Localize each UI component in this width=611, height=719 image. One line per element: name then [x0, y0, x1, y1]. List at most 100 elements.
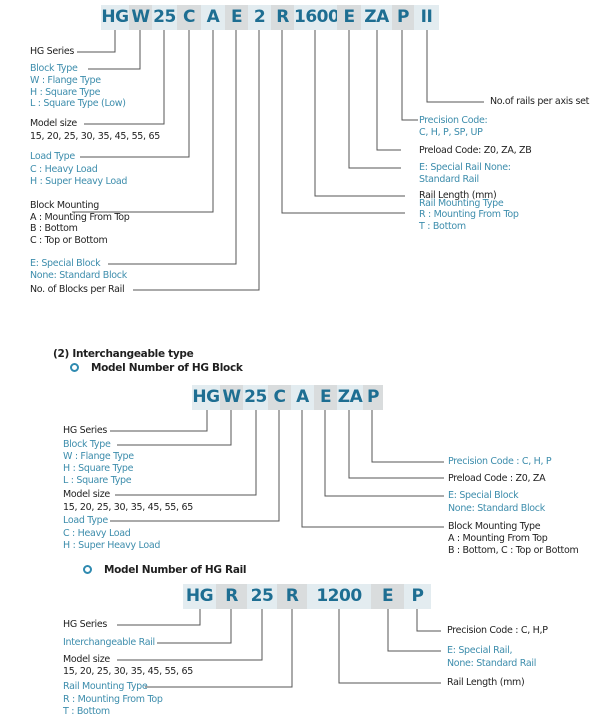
- block-mounting-title: Block Mounting: [30, 200, 99, 211]
- special-rail3-none: None: Standard Rail: [447, 658, 537, 669]
- connector-hg-series: [77, 30, 116, 53]
- model-size-title: Model size: [30, 118, 77, 129]
- code-cell-series: HG: [101, 5, 129, 30]
- block-type-w: W : Flange Type: [30, 75, 101, 86]
- code-cell-preload: ZA: [361, 5, 392, 30]
- code2-cell-block-type: W: [220, 385, 243, 410]
- load-type2-c: C : Heavy Load: [63, 528, 131, 539]
- precision-code-title: Precision Code:: [419, 115, 488, 126]
- code3-cell-series: HG: [183, 584, 216, 609]
- load-type-h: H : Super Heavy Load: [30, 176, 128, 187]
- connector3-hg-series: [117, 608, 201, 626]
- code2-cell-load-type: C: [268, 385, 291, 410]
- code2-cell-preload: ZA: [337, 385, 363, 410]
- label2-preload-code: Preload Code : Z0, ZA: [448, 473, 546, 484]
- model-size-values: 15, 20, 25, 30, 35, 45, 55, 65: [30, 131, 160, 142]
- label2-hg-series: HG Series: [63, 425, 108, 436]
- load-type-c: C : Heavy Load: [30, 164, 98, 175]
- connector-rails-per-axis: [426, 30, 484, 103]
- connector-special-rail: [348, 30, 401, 169]
- section1-connectors: [72, 30, 484, 291]
- code-cell-block-type: W: [129, 5, 152, 30]
- code-cell-rail-mounting: R: [271, 5, 294, 30]
- model-size2-title: Model size: [63, 489, 110, 500]
- code-cell-load-type: C: [177, 5, 201, 30]
- label-rails-per-axis: No.of rails per axis set: [490, 96, 590, 107]
- code-cell-block-mounting: A: [201, 5, 225, 30]
- code2-cell-series: HG: [192, 385, 220, 410]
- model-size3-title: Model size: [63, 654, 110, 665]
- label-preload-code: Preload Code: Z0, ZA, ZB: [419, 145, 532, 156]
- section2-subheading: Model Number of HG Block: [70, 362, 243, 374]
- label3-precision-code: Precision Code : C, H,P: [447, 625, 548, 636]
- code3-cell-special-rail: E: [371, 584, 404, 609]
- code2-cell-special-block: E: [314, 385, 337, 410]
- rail-mounting-t: T : Bottom: [419, 221, 466, 232]
- connector2-precision: [371, 405, 444, 463]
- load-type2-h: H : Super Heavy Load: [63, 540, 161, 551]
- connector-block-type: [88, 30, 141, 70]
- special-block2-none: None: Standard Block: [448, 503, 545, 514]
- load-type2-title: Load Type: [63, 515, 108, 526]
- block-mounting2-title: Block Mounting Type: [448, 521, 541, 532]
- code-cell-rail-length: 1600: [294, 5, 340, 30]
- section2-subheading-text: Model Number of HG Block: [91, 362, 243, 374]
- code3-cell-rail-type: R: [216, 584, 247, 609]
- label-hg-series: HG Series: [30, 46, 75, 57]
- code-cell-special-rail: E: [337, 5, 361, 30]
- connector3-special-rail: [387, 608, 441, 652]
- special-block-none: None: Standard Block: [30, 270, 127, 281]
- special-rail-none: Standard Rail: [419, 174, 479, 185]
- label3-hg-series: HG Series: [63, 619, 108, 630]
- connector-precision: [401, 30, 418, 121]
- code-cell-blocks-per-rail: 2: [248, 5, 271, 30]
- label-blocks-per-rail: No. of Blocks per Rail: [30, 284, 125, 295]
- connector-blocks-per-rail: [133, 30, 260, 291]
- block-type-title: Block Type: [30, 63, 78, 74]
- block-type-l: L : Square Type (Low): [30, 98, 126, 109]
- block-mounting2-bc: B : Bottom, C : Top or Bottom: [448, 545, 579, 556]
- rail-mounting3-r: R : Mounting From Top: [63, 694, 163, 705]
- connector2-block-type: [117, 405, 232, 446]
- bullet-icon: [83, 564, 92, 574]
- block-mounting2-a: A : Mounting From Top: [448, 533, 548, 544]
- code2-cell-precision: P: [363, 385, 383, 410]
- block-mounting-b: B : Bottom: [30, 223, 78, 234]
- precision-code-values: C, H, P, SP, UP: [419, 127, 483, 138]
- code2-cell-model-size: 25: [243, 385, 268, 410]
- connector-preload: [376, 30, 401, 151]
- code3-cell-model-size: 25: [247, 584, 277, 609]
- code3-cell-rail-length: 1200: [307, 584, 371, 609]
- code-cell-rails-per-axis: II: [414, 5, 439, 30]
- special-rail-e: E: Special Rail None:: [419, 162, 511, 173]
- code-cell-model-size: 25: [152, 5, 177, 30]
- block-type2-title: Block Type: [63, 439, 111, 450]
- block-type2-l: L : Square Type: [63, 475, 132, 486]
- section2-heading: (2) Interchangeable type: [53, 348, 194, 360]
- code3-cell-rail-mounting: R: [277, 584, 307, 609]
- label2-precision-code: Precision Code : C, H, P: [448, 456, 552, 467]
- block-mounting-c: C : Top or Bottom: [30, 235, 108, 246]
- rail-mounting3-title: Rail Mounting Type: [63, 681, 148, 692]
- connector2-model-size: [115, 405, 257, 496]
- connector3-precision: [416, 608, 441, 632]
- block-type2-w: W : Flange Type: [63, 451, 134, 462]
- code2-cell-block-mounting: A: [291, 385, 314, 410]
- connector-special-block: [108, 30, 237, 265]
- section3-subheading-text: Model Number of HG Rail: [104, 564, 247, 576]
- connector-rail-length: [314, 30, 405, 197]
- section3-subheading: Model Number of HG Rail: [83, 564, 247, 576]
- special-rail3-e: E: Special Rail,: [447, 645, 513, 656]
- special-block-e: E: Special Block: [30, 258, 101, 269]
- model-size2-values: 15, 20, 25, 30, 35, 45, 55, 65: [63, 502, 193, 513]
- bullet-icon: [70, 362, 79, 372]
- connector3-model-size: [117, 608, 263, 661]
- special-block2-e: E: Special Block: [448, 490, 519, 501]
- label3-interchangeable-rail: Interchangeable Rail: [63, 637, 155, 648]
- code3-cell-precision: P: [404, 584, 431, 609]
- load-type-title: Load Type: [30, 151, 75, 162]
- connector2-special-block: [324, 405, 444, 497]
- code-cell-precision: P: [392, 5, 414, 30]
- model-size3-values: 15, 20, 25, 30, 35, 45, 55, 65: [63, 666, 193, 677]
- connector2-block-mounting: [301, 405, 444, 528]
